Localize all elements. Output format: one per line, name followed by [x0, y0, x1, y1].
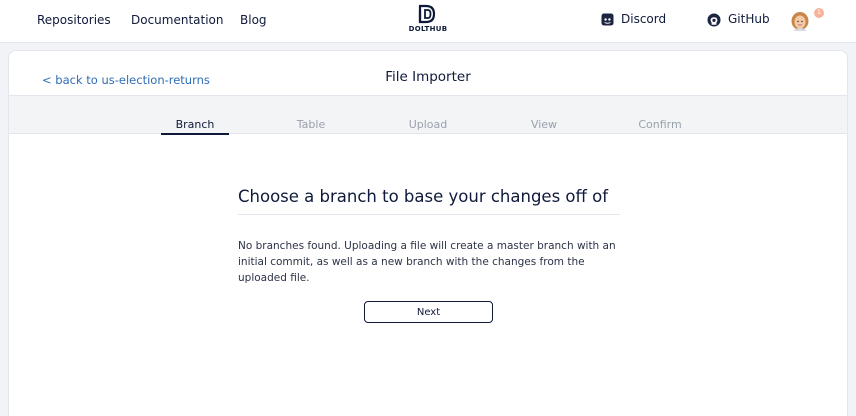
card-header: < back to us-election-returns File Impor…	[9, 51, 847, 95]
page-title: File Importer	[385, 69, 471, 85]
logo-text: DOLTHUB	[408, 25, 448, 33]
nav-github-link[interactable]: GitHub	[707, 12, 770, 27]
branch-section: Choose a branch to base your changes off…	[238, 187, 620, 286]
avatar-icon	[791, 12, 809, 31]
discord-label: Discord	[621, 12, 667, 26]
dolthub-logo[interactable]: DOLTHUB	[408, 4, 448, 38]
no-branches-message: No branches found. Uploading a file will…	[238, 240, 616, 284]
step-tabs: Branch Table Upload View Confirm	[9, 95, 847, 135]
nav-documentation-link[interactable]: Documentation	[131, 13, 224, 27]
step-table[interactable]: Table	[277, 118, 345, 131]
github-label: GitHub	[728, 12, 770, 26]
notification-badge[interactable]: 1	[814, 8, 824, 18]
top-nav: Repositories Documentation Blog DOLTHUB …	[0, 0, 856, 43]
github-icon	[707, 13, 721, 26]
file-importer-card: < back to us-election-returns File Impor…	[8, 50, 848, 416]
step-confirm[interactable]: Confirm	[626, 118, 694, 131]
nav-repositories-link[interactable]: Repositories	[37, 13, 111, 27]
next-button[interactable]: Next	[364, 301, 493, 323]
dolthub-logo-icon	[418, 4, 436, 24]
step-view[interactable]: View	[510, 118, 578, 131]
nav-blog-link[interactable]: Blog	[240, 13, 267, 27]
step-upload[interactable]: Upload	[394, 118, 462, 131]
discord-icon	[601, 13, 614, 26]
step-branch[interactable]: Branch	[161, 118, 229, 135]
branch-heading: Choose a branch to base your changes off…	[238, 187, 620, 215]
avatar[interactable]	[791, 12, 809, 32]
nav-discord-link[interactable]: Discord	[601, 12, 666, 26]
